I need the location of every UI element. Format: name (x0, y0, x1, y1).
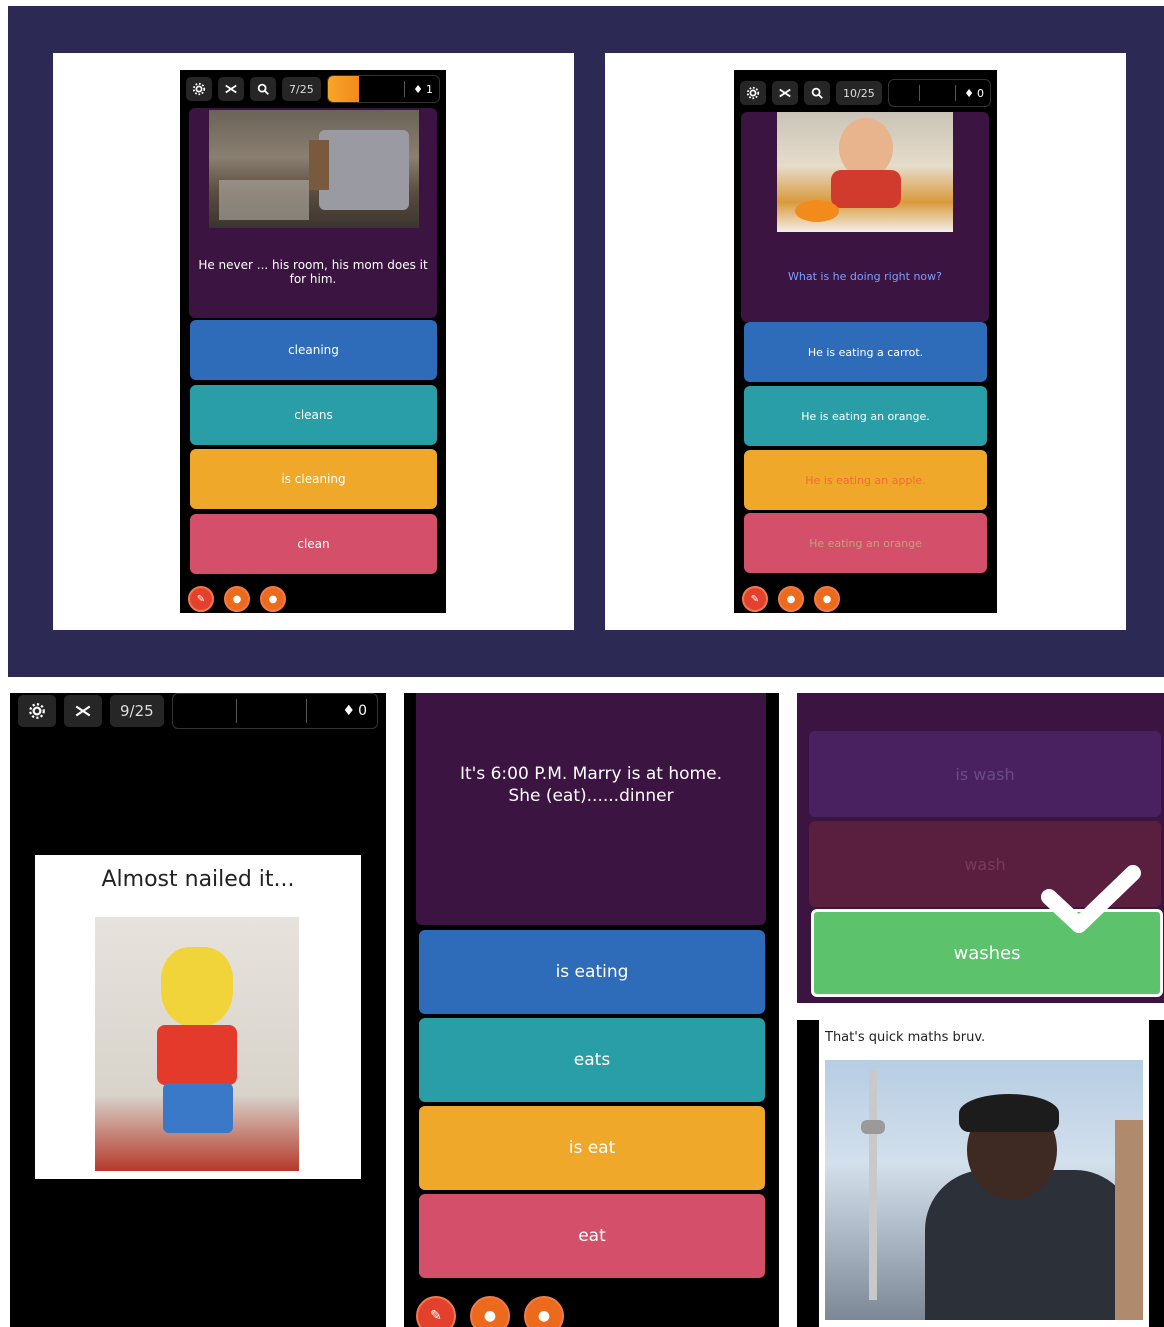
fire-powerup-button-2[interactable]: ● (524, 1296, 564, 1327)
answer-option-4[interactable]: He eating an orange (744, 513, 987, 573)
progress-tick (404, 81, 405, 97)
quiz-toolbar: 10/25 ♦ 0 (734, 74, 997, 112)
question-counter: 10/25 (836, 81, 882, 105)
answer-option-1[interactable]: cleaning (190, 320, 437, 380)
feedback-caption: Almost nailed it... (101, 867, 295, 892)
eraser-icon: ✎ (750, 593, 760, 605)
question-area: He never ... his room, his mom does it f… (189, 108, 437, 318)
answer-option-3[interactable]: He is eating an apple. (744, 450, 987, 510)
meme-caption: That's quick maths bruv. (825, 1030, 986, 1045)
quiz-toolbar: 7/25 ♦ 1 (180, 70, 446, 108)
streak-counter: ♦ 0 (964, 86, 984, 100)
fire-powerup-icon: ● (232, 593, 242, 605)
gear-icon (746, 86, 760, 100)
quiz-screen-top-right: 10/25 ♦ 0 What is he doing right now? He… (734, 70, 997, 613)
fire-powerup-button[interactable]: ● (224, 586, 250, 612)
eraser-icon: ✎ (196, 593, 206, 605)
shuffle-icon (75, 705, 91, 717)
meme-image-quick-maths (825, 1060, 1143, 1320)
quiz-screen-bottom-left: 9/25 ♦ 0 Almost nailed it... (10, 693, 386, 1327)
question-counter: 7/25 (282, 77, 321, 101)
quiz-screen-top-left: 7/25 ♦ 1 He never ... his room, his mom … (180, 70, 446, 613)
question-counter: 9/25 (110, 695, 164, 727)
zoom-button[interactable] (250, 77, 276, 101)
shuffle-icon (779, 88, 791, 98)
powerups-bar: ✎ ● ● (416, 1296, 564, 1327)
powerups-bar: ✎ ● ● (742, 586, 840, 612)
question-image-boy-eating (777, 112, 953, 232)
fire-powerup-icon: ● (822, 593, 832, 605)
gear-icon (29, 703, 45, 719)
question-text: He never ... his room, his mom does it f… (198, 258, 428, 286)
shuffle-icon (225, 84, 237, 94)
answer-option-1[interactable]: He is eating a carrot. (744, 322, 987, 382)
meme-panel: That's quick maths bruv. (797, 1020, 1164, 1327)
zoom-icon (811, 87, 823, 99)
eraser-powerup-button[interactable]: ✎ (416, 1296, 456, 1327)
answer-option-3[interactable]: is cleaning (190, 449, 437, 509)
eraser-powerup-button[interactable]: ✎ (188, 586, 214, 612)
answer-option-2[interactable]: eats (419, 1018, 765, 1102)
flame-icon: ♦ (342, 703, 356, 719)
eraser-icon: ✎ (430, 1308, 442, 1324)
answer-option-4[interactable]: clean (190, 514, 437, 574)
progress-tick (919, 85, 920, 101)
answer-option-2[interactable]: He is eating an orange. (744, 386, 987, 446)
progress-bar: ♦ 0 (887, 79, 991, 107)
fire-powerup-icon: ● (268, 593, 278, 605)
answer-option-3[interactable]: is eat (419, 1106, 765, 1190)
fire-powerup-button-2[interactable]: ● (260, 586, 286, 612)
settings-button[interactable] (186, 77, 212, 101)
quiz-toolbar: 9/25 ♦ 0 (10, 693, 386, 729)
shuffle-button[interactable] (772, 81, 798, 105)
shuffle-button[interactable] (218, 77, 244, 101)
progress-bar: ♦ 0 (171, 693, 378, 729)
progress-tick (236, 699, 237, 723)
fire-powerup-icon: ● (483, 1308, 497, 1324)
flame-icon: ♦ (413, 82, 423, 96)
quiz-screen-bottom-middle: It's 6:00 P.M. Marry is at home. She (ea… (404, 693, 779, 1327)
fire-powerup-icon: ● (786, 593, 796, 605)
streak-counter: ♦ 0 (342, 703, 367, 719)
answer-option-1[interactable]: is eating (419, 930, 765, 1014)
settings-button[interactable] (18, 695, 56, 727)
question-text: What is he doing right now? (787, 270, 943, 283)
settings-button[interactable] (740, 81, 766, 105)
progress-fill (327, 76, 359, 102)
streak-counter: ♦ 1 (413, 82, 433, 96)
question-text: It's 6:00 P.M. Marry is at home. She (ea… (460, 764, 722, 806)
gear-icon (192, 82, 206, 96)
answer-option-2[interactable]: cleans (190, 385, 437, 445)
progress-tick (955, 85, 956, 101)
powerups-bar: ✎ ● ● (188, 586, 286, 612)
fire-powerup-button[interactable]: ● (778, 586, 804, 612)
question-image-messy-room (209, 110, 419, 228)
fire-powerup-icon: ● (537, 1308, 551, 1324)
check-icon (1041, 865, 1141, 933)
meme-image-bart-doll (95, 917, 299, 1171)
answer-result-screen: is wash wash washes (797, 693, 1164, 1003)
question-area: What is he doing right now? (741, 112, 989, 322)
zoom-icon (257, 83, 269, 95)
question-area: It's 6:00 P.M. Marry is at home. She (ea… (416, 693, 766, 925)
progress-bar: ♦ 1 (326, 75, 440, 103)
faded-option-1: is wash (809, 731, 1161, 817)
fire-powerup-button[interactable]: ● (470, 1296, 510, 1327)
eraser-powerup-button[interactable]: ✎ (742, 586, 768, 612)
answer-option-4[interactable]: eat (419, 1194, 765, 1278)
feedback-meme-card: Almost nailed it... (35, 855, 361, 1179)
progress-tick (306, 699, 307, 723)
zoom-button[interactable] (804, 81, 830, 105)
fire-powerup-button-2[interactable]: ● (814, 586, 840, 612)
meme-card: That's quick maths bruv. (819, 1020, 1149, 1327)
shuffle-button[interactable] (64, 695, 102, 727)
flame-icon: ♦ (964, 86, 974, 100)
